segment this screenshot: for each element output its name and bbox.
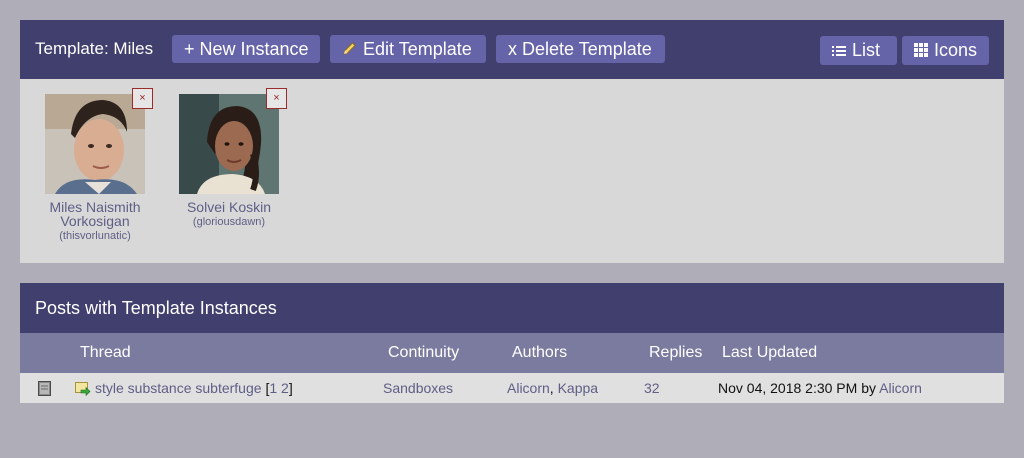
page-link-2[interactable]: 2 <box>281 380 289 396</box>
book-icon[interactable] <box>38 381 51 399</box>
author-link[interactable]: Alicorn <box>507 380 550 396</box>
table-header: Thread Continuity Authors Replies Last U… <box>20 333 1004 373</box>
last-author-link[interactable]: Alicorn <box>879 380 922 396</box>
page-link-1[interactable]: 1 <box>269 380 277 396</box>
list-view-button[interactable]: List <box>820 36 897 65</box>
character-user[interactable]: (thisvorlunatic) <box>25 229 165 243</box>
list-icon <box>832 37 846 66</box>
remove-character-button[interactable]: × <box>132 88 153 109</box>
new-instance-button[interactable]: + New Instance <box>172 35 320 63</box>
character-name-text[interactable]: Solvei Koskin <box>187 199 271 215</box>
last-updated-time: Nov 04, 2018 2:30 PM <box>718 380 858 396</box>
column-authors: Authors <box>512 344 568 361</box>
template-title: Template: Miles <box>35 39 154 58</box>
column-last-updated: Last Updated <box>722 344 818 361</box>
author-separator: , <box>549 380 554 396</box>
icons-view-button[interactable]: Icons <box>902 36 989 65</box>
edit-template-button[interactable]: Edit Template <box>330 35 486 63</box>
template-panel: Template: Miles + New Instance Edit Temp… <box>20 20 1004 263</box>
last-updated-cell: Nov 04, 2018 2:30 PM by Alicorn <box>718 380 922 396</box>
pencil-icon <box>342 36 357 64</box>
column-replies: Replies <box>649 344 703 361</box>
column-thread: Thread <box>80 344 131 361</box>
authors-cell: Alicorn, Kappa <box>507 380 598 396</box>
delete-template-label: x Delete Template <box>508 39 652 59</box>
table-row: style substance subterfuge [1 2] Sandbox… <box>20 373 1004 403</box>
new-post-icon[interactable] <box>75 381 91 399</box>
icons-view-label: Icons <box>934 40 978 60</box>
author-link[interactable]: Kappa <box>558 380 598 396</box>
edit-template-label: Edit Template <box>363 39 472 59</box>
posts-header: Posts with Template Instances <box>20 283 1004 333</box>
character-name[interactable]: Solvei Koskin (gloriousdawn) <box>159 200 299 229</box>
character-user[interactable]: (gloriousdawn) <box>159 215 299 229</box>
by-label: by <box>861 380 876 396</box>
character-name-text[interactable]: Miles Naismith Vorkosigan <box>49 199 140 229</box>
list-view-label: List <box>852 40 881 60</box>
delete-template-button[interactable]: x Delete Template <box>496 35 665 63</box>
thread-link[interactable]: style substance subterfuge <box>95 380 262 396</box>
character-avatar[interactable] <box>45 94 145 194</box>
remove-character-button[interactable]: × <box>266 88 287 109</box>
grid-icon <box>914 37 928 66</box>
replies-count[interactable]: 32 <box>644 380 660 396</box>
pages-close: ] <box>288 380 293 396</box>
template-header: Template: Miles + New Instance Edit Temp… <box>20 20 1004 79</box>
character-name[interactable]: Miles Naismith Vorkosigan (thisvorlunati… <box>25 200 165 243</box>
thread-cell: style substance subterfuge [1 2] <box>95 380 293 396</box>
new-instance-label: + New Instance <box>184 39 309 59</box>
character-avatar[interactable] <box>179 94 279 194</box>
posts-panel: Posts with Template Instances Thread Con… <box>20 283 1004 403</box>
column-continuity: Continuity <box>388 344 460 361</box>
continuity-link[interactable]: Sandboxes <box>383 380 453 396</box>
